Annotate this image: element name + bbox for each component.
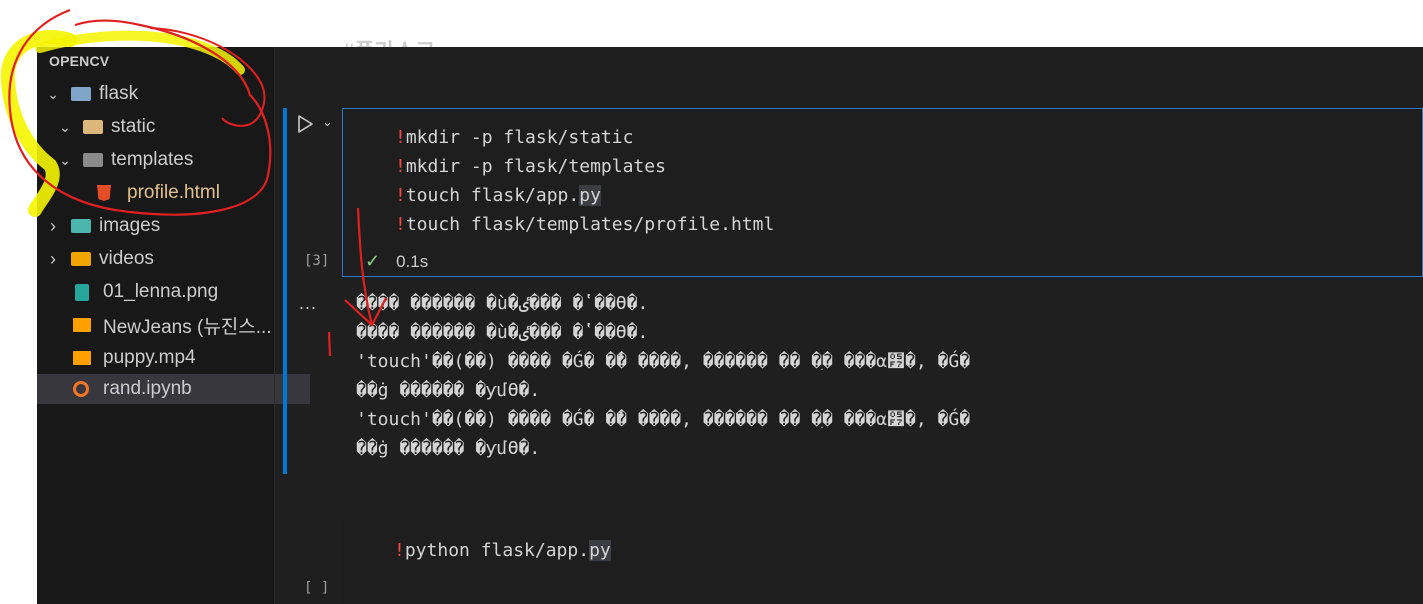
chevron-right-icon: › (50, 215, 56, 236)
chevron-down-icon: ⌄ (59, 151, 71, 168)
tree-item-label: NewJeans (뉴진스... (103, 316, 272, 338)
tree-item-label: flask (99, 83, 139, 104)
code-line: !mkdir -p flask/templates (395, 156, 666, 177)
tree-item-label: puppy.mp4 (103, 347, 196, 368)
tree-item-label: images (99, 215, 161, 236)
tree-item-label: videos (99, 248, 154, 269)
tree-item-puppy-mp4[interactable]: puppy.mp4 (37, 343, 310, 373)
tree-item-label: static (111, 116, 156, 137)
cell-focus-bar (283, 108, 287, 474)
run-cell-icon[interactable] (295, 114, 315, 134)
tree-item-label: rand.ipynb (103, 378, 192, 399)
output-more-icon[interactable]: ... (299, 293, 317, 314)
sidebar-divider (274, 47, 275, 604)
tree-item-profile-html[interactable]: profile.html (37, 178, 334, 208)
chevron-down-icon: ⌄ (59, 118, 71, 135)
tree-item-label: 01_lenna.png (103, 281, 219, 302)
output-line: 'touch'��(��) ���� �Ǵ� �ܺ� ����, ������ … (356, 351, 971, 372)
execution-count: [ ] (304, 580, 330, 596)
tree-item-static[interactable]: ⌄ static (37, 112, 294, 142)
tree-item-label: profile.html (127, 182, 220, 203)
explorer-section-title[interactable]: OPENCV (49, 53, 109, 69)
folder-open-icon (71, 87, 91, 101)
markdown-heading-fragment: #플라스크 (342, 34, 435, 47)
video-file-icon (73, 351, 91, 365)
image-file-icon (75, 283, 89, 301)
code-line: !touch flask/app.py (395, 185, 601, 206)
tree-item-images[interactable]: › images (37, 211, 282, 241)
check-icon: ✓ (365, 251, 381, 271)
folder-icon (71, 219, 91, 233)
code-line: !mkdir -p flask/static (395, 127, 634, 148)
output-line: ��ġ ������ �ƴմϴ�. (356, 380, 541, 401)
output-line: ��ġ ������ �ƴմϴ�. (356, 438, 541, 459)
output-line: 'touch'��(��) ���� �Ǵ� �ܺ� ����, ������ … (356, 409, 971, 430)
video-file-icon (73, 318, 91, 332)
chevron-right-icon: › (50, 248, 56, 269)
tree-item-newjeans[interactable]: NewJeans (뉴진스... (37, 310, 310, 340)
execution-time: 0.1s (396, 251, 429, 271)
chevron-down-icon[interactable]: ⌄ (322, 114, 333, 130)
jupyter-notebook-icon (73, 381, 89, 397)
folder-icon (83, 153, 103, 167)
tree-item-videos[interactable]: › videos (37, 244, 282, 274)
output-line: ���� ������ �ù�ٸ��� �ʽ��ϴ�. (356, 322, 649, 343)
tree-item-rand-ipynb[interactable]: rand.ipynb (37, 374, 310, 404)
output-line: ���� ������ �ù�ٸ��� �ʽ��ϴ�. (356, 293, 649, 314)
explorer-sidebar: OPENCV ⌄ flask ⌄ static ⌄ templates prof… (37, 47, 310, 604)
code-cell[interactable]: !mkdir -p flask/static !mkdir -p flask/t… (342, 108, 1423, 277)
folder-icon (83, 120, 103, 134)
tree-item-label: templates (111, 149, 194, 170)
code-line: !python flask/app.py (394, 540, 611, 561)
html5-file-icon (97, 185, 111, 201)
cell-status: ✓ 0.1s (365, 251, 428, 272)
tree-item-lenna-png[interactable]: 01_lenna.png (37, 277, 312, 307)
code-line: !touch flask/templates/profile.html (395, 214, 775, 235)
chevron-down-icon: ⌄ (47, 85, 59, 102)
tree-item-templates[interactable]: ⌄ templates (37, 145, 294, 175)
folder-icon (71, 252, 91, 266)
execution-count: [3] (304, 253, 330, 269)
code-cell[interactable]: !python flask/app.py (342, 520, 1423, 604)
tree-item-flask[interactable]: ⌄ flask (37, 79, 282, 109)
